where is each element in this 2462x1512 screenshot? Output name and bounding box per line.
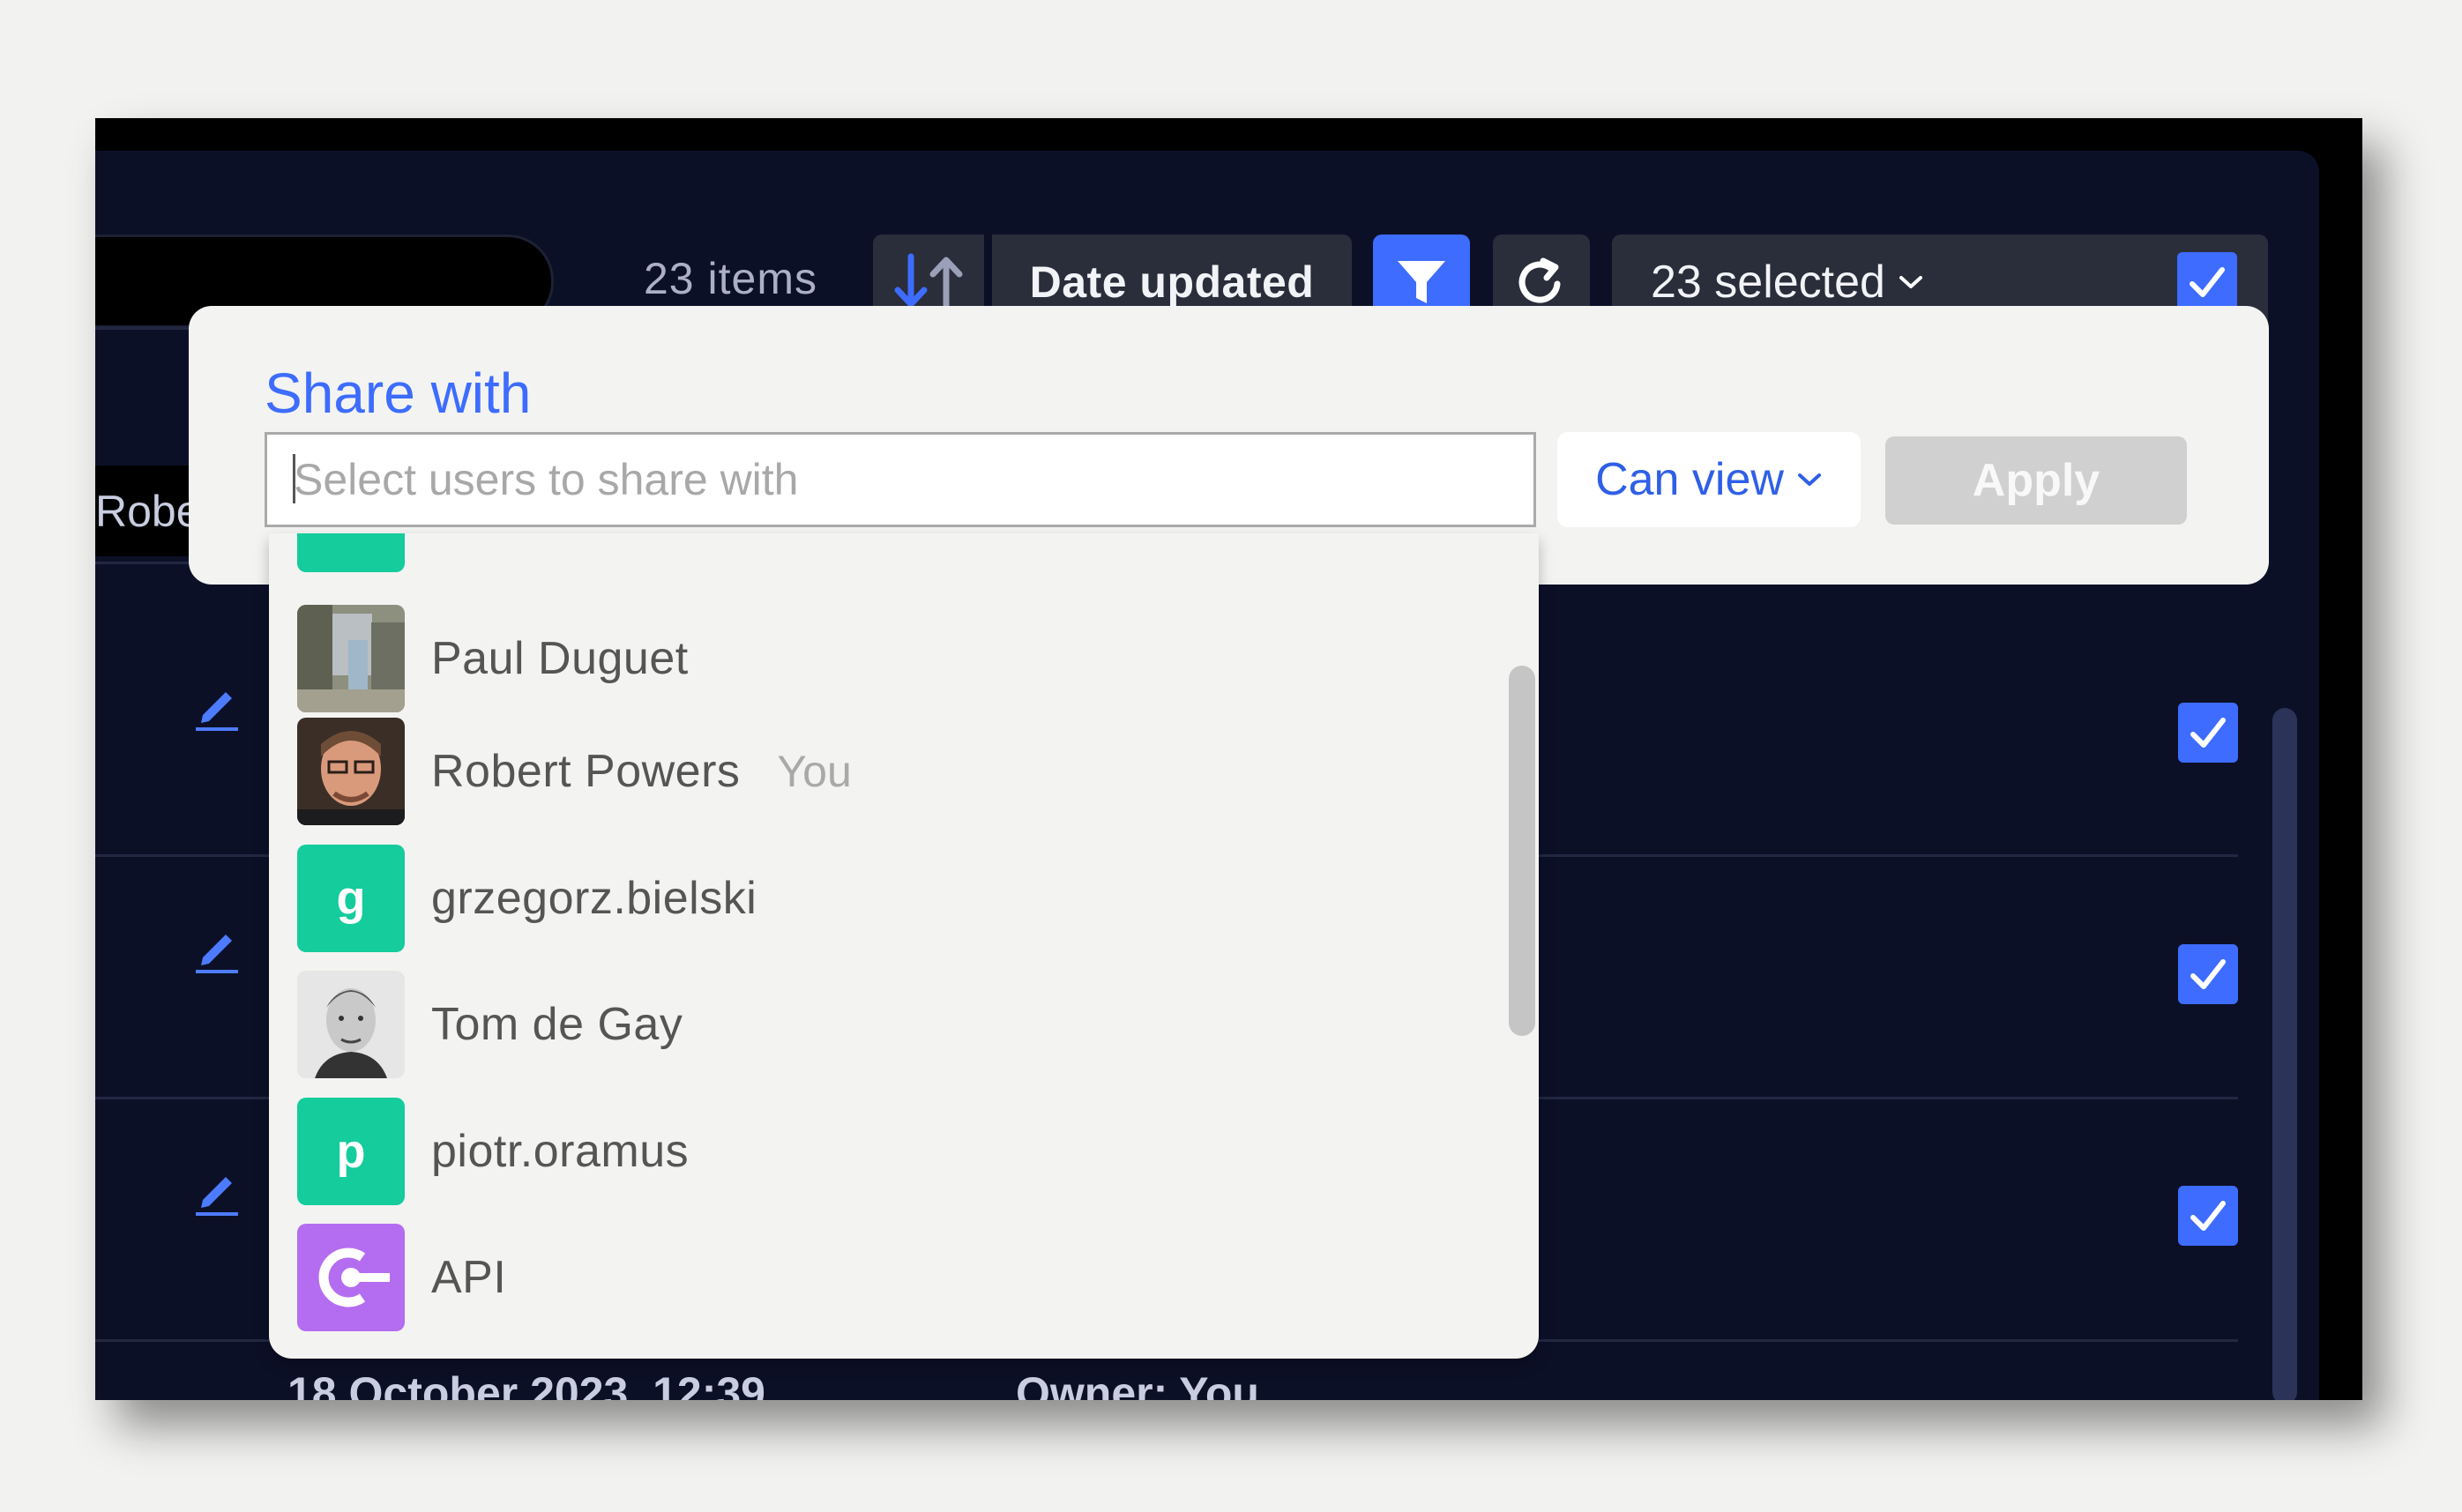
user-name: Paul Duguet — [431, 633, 689, 684]
avatar: p — [297, 1098, 405, 1205]
user-option-tom-de-gay[interactable]: Tom de Gay — [297, 970, 1444, 1079]
edit-icon[interactable] — [190, 922, 243, 975]
permission-label: Can view — [1595, 454, 1784, 505]
user-suggestion-list: Paul Duguet Robert Powers You g grzegorz… — [269, 533, 1539, 1359]
user-name: Robert Powers — [431, 746, 741, 797]
user-option-paul-duguet[interactable]: Paul Duguet — [297, 604, 1444, 713]
current-user-tag: You — [777, 747, 852, 796]
list-scrollbar[interactable] — [1509, 666, 1535, 1036]
avatar — [297, 718, 405, 825]
share-users-input[interactable] — [265, 432, 1536, 527]
funnel-icon — [1398, 261, 1445, 303]
refresh-icon — [1518, 257, 1561, 303]
api-icon — [318, 1248, 390, 1307]
checkmark-icon — [2190, 718, 2226, 748]
text-caret — [293, 454, 295, 503]
user-name: API — [431, 1252, 507, 1303]
avatar-initial: g — [336, 872, 366, 925]
row-checkbox[interactable] — [2178, 944, 2238, 1004]
user-name: Tom de Gay — [431, 999, 683, 1050]
user-photo-icon — [297, 971, 405, 1078]
sort-down-up-icon — [894, 253, 963, 311]
edit-icon[interactable] — [190, 1165, 243, 1218]
item-count: 23 items — [644, 254, 817, 303]
avatar — [297, 605, 405, 712]
user-name: grzegorz.bielski — [431, 873, 757, 924]
selection-label: 23 selected — [1651, 257, 1885, 308]
edit-icon[interactable] — [190, 680, 243, 733]
avatar-initial: p — [336, 1125, 366, 1178]
user-photo-icon — [297, 718, 405, 825]
row-owner: Owner: You — [1016, 1368, 1259, 1400]
permission-dropdown[interactable]: Can view — [1557, 432, 1861, 527]
apply-button[interactable]: Apply — [1885, 436, 2187, 525]
chevron-down-icon — [1797, 473, 1821, 486]
share-dialog-title: Share with — [265, 361, 532, 425]
user-option-grzegorz-bielski[interactable]: g grzegorz.bielski — [297, 844, 1444, 953]
checkmark-icon — [2190, 1201, 2226, 1231]
chevron-down-icon — [1899, 276, 1922, 288]
page-scrollbar[interactable] — [2272, 708, 2297, 1400]
avatar — [297, 533, 405, 572]
row-date: 18 October 2023, 12:39 — [287, 1368, 765, 1400]
checkmark-icon — [2190, 959, 2226, 989]
checkmark-icon — [2190, 267, 2225, 297]
select-all-checkbox[interactable] — [2177, 252, 2237, 312]
avatar — [297, 971, 405, 1078]
row-checkbox[interactable] — [2178, 1186, 2238, 1246]
avatar — [297, 1224, 405, 1331]
avatar: g — [297, 845, 405, 952]
user-option-api[interactable]: API — [297, 1223, 1444, 1332]
user-option-robert-powers[interactable]: Robert Powers You — [297, 717, 1444, 826]
row-checkbox[interactable] — [2178, 703, 2238, 763]
user-name: piotr.oramus — [431, 1126, 690, 1177]
user-photo-icon — [297, 605, 405, 712]
user-option-piotr-oramus[interactable]: p piotr.oramus — [297, 1097, 1444, 1206]
